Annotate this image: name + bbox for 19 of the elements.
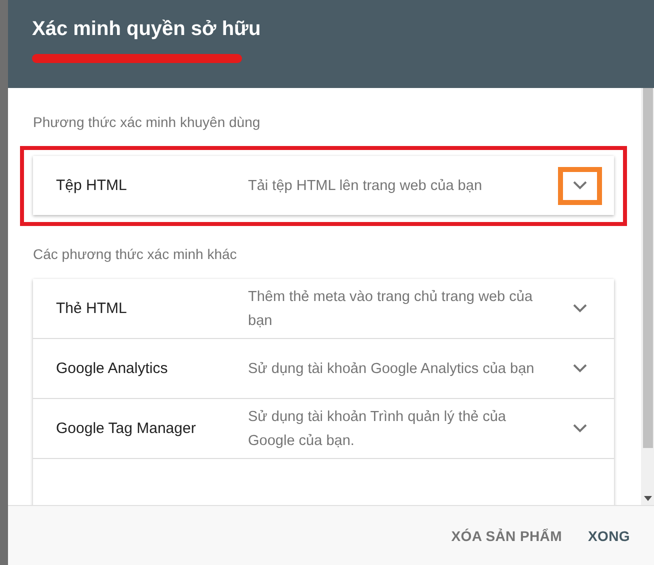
method-name: Google Analytics — [56, 360, 169, 377]
method-description: Sử dụng tài khoản Google Analytics của bạn — [248, 360, 536, 378]
expand-button[interactable] — [558, 166, 602, 204]
chevron-down-icon — [573, 364, 587, 373]
method-description: Tải tệp HTML lên trang web của bạn — [248, 176, 484, 196]
method-name: Thẻ HTML — [56, 300, 128, 317]
delete-button[interactable]: XÓA SẢN PHẨM — [443, 520, 570, 552]
chevron-down-icon — [573, 181, 587, 190]
chevron-down-icon — [573, 304, 587, 313]
dialog-title: Xác minh quyền sở hữu — [32, 18, 262, 41]
chevron-down-icon — [573, 424, 587, 433]
section-heading: Các phương thức xác minh khác — [33, 245, 238, 262]
method-description: Sử dụng tài khoản Trình quản lý thẻ của Google của bạn. — [248, 408, 507, 450]
section-heading: Phương thức xác minh khuyên dùng — [33, 114, 262, 130]
method-name: Tệp HTML — [56, 177, 128, 194]
scrollbar[interactable] — [641, 88, 654, 505]
done-button[interactable]: XONG — [580, 520, 638, 552]
method-name: Google Tag Manager — [56, 420, 197, 437]
method-description: Thêm thẻ meta vào trang chủ trang web của bạn — [248, 288, 534, 330]
